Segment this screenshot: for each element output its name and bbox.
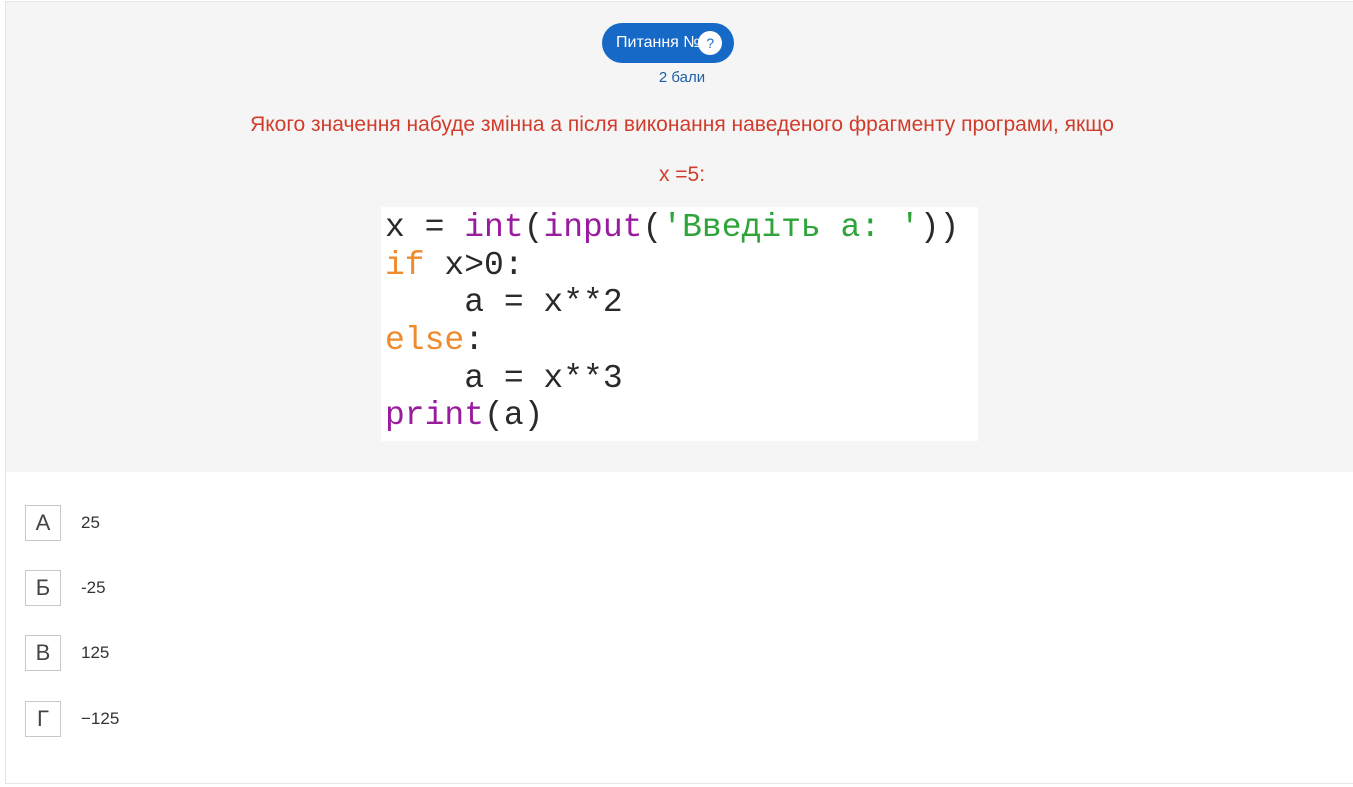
code-line: if x>0: (385, 247, 978, 285)
question-circle-icon[interactable]: ? (698, 31, 723, 55)
code-token: a = x**3 (385, 359, 623, 397)
answer-value: 125 (81, 643, 110, 662)
code-line: else: (385, 322, 978, 360)
question-condition: x =5: (658, 163, 706, 186)
code-token: print (385, 397, 485, 435)
question-number-badge: Питання №6 ? (602, 23, 735, 63)
answer-value: −125 (81, 709, 120, 728)
code-token: x = (385, 209, 465, 246)
code-line: a = x**2 (385, 284, 978, 322)
answer-letter[interactable]: Б (25, 570, 61, 606)
code-token: 'Введіть a: ' (662, 209, 920, 246)
code-line: print(a) (385, 397, 978, 435)
code-token: x>0: (424, 246, 524, 284)
question-panel: Питання №6 ? 2 бали Якого значення набуд… (6, 2, 1353, 472)
question-text: Якого значення набуде змінна а після вик… (250, 113, 1114, 136)
code-token: if (385, 246, 425, 284)
question-card: Питання №6 ? 2 бали Якого значення набуд… (5, 1, 1353, 784)
code-token: a = x**2 (385, 284, 623, 322)
answer-value: 25 (81, 513, 100, 532)
code-line: x = int(input('Введіть a: ')) (385, 209, 978, 247)
code-token: : (464, 322, 485, 360)
answer-letter[interactable]: Г (25, 701, 61, 737)
answer-option-b[interactable]: Б -25 (25, 569, 106, 607)
code-token: )) (919, 209, 960, 246)
question-number-label: Питання №6 (616, 34, 710, 51)
code-token: input (543, 209, 643, 246)
code-token: else (385, 322, 465, 360)
question-points: 2 бали (658, 69, 706, 86)
code-token: (a) (484, 397, 544, 435)
answer-letter[interactable]: В (25, 635, 61, 671)
answer-option-a[interactable]: А 25 (25, 504, 100, 542)
code-line: a = x**3 (385, 360, 978, 398)
answer-value: -25 (81, 578, 106, 597)
answer-option-d[interactable]: Г −125 (25, 700, 119, 738)
answer-option-c[interactable]: В 125 (25, 634, 109, 672)
answer-letter[interactable]: А (25, 505, 61, 541)
code-token: int (464, 209, 524, 246)
code-snippet-image: x = int(input('Введіть a: ')) if x>0: a =… (381, 207, 978, 441)
code-token: ( (642, 209, 663, 246)
code-token: ( (523, 209, 544, 246)
